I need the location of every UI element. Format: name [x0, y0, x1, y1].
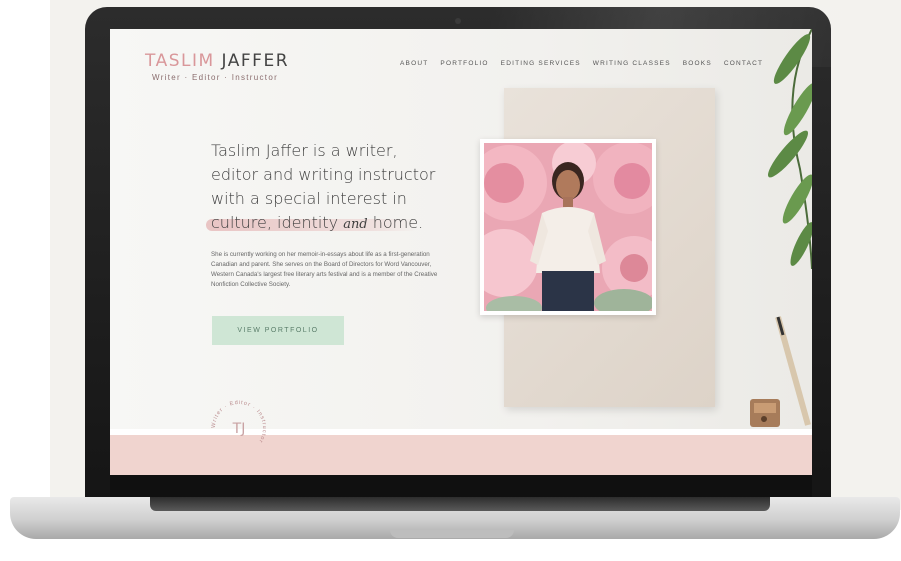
nav-item-books[interactable]: BOOKS — [683, 60, 712, 67]
headline-line-3: with a special interest in — [211, 189, 407, 208]
headline-script-and: and — [343, 217, 368, 232]
logo-first-name: TASLIM — [145, 51, 215, 71]
laptop-opening-notch — [390, 530, 514, 538]
laptop-keyboard-edge — [150, 497, 770, 511]
nav-item-portfolio[interactable]: PORTFOLIO — [440, 60, 488, 67]
laptop-bezel-chin — [110, 475, 812, 497]
hero-bio: She is currently working on her memoir-i… — [211, 251, 438, 288]
sharpener-icon — [750, 399, 780, 427]
headline-line-4-start: culture, identity — [211, 213, 339, 232]
nav-item-writing-classes[interactable]: WRITING CLASSES — [593, 60, 671, 67]
camera-icon — [455, 18, 461, 24]
badge-monogram: TJ — [232, 421, 246, 437]
headline-line-4: culture, identity and home. — [211, 211, 441, 237]
leaves-decoration — [767, 29, 812, 270]
laptop-screen: TASLIM JAFFER Writer · Editor · Instruct… — [110, 29, 812, 475]
headline-line-1: Taslim Jaffer is a writer, — [211, 141, 398, 160]
headline-line-4-end: home. — [372, 213, 424, 232]
monogram-seal-icon: Writer · Editor · Instructor TJ — [211, 400, 266, 444]
nav-item-editing-services[interactable]: EDITING SERVICES — [501, 60, 581, 67]
portrait-photo — [484, 143, 652, 311]
site-logo[interactable]: TASLIM JAFFER — [145, 51, 289, 71]
site-tagline: Writer · Editor · Instructor — [152, 73, 279, 82]
portrait-illustration — [484, 143, 652, 311]
portrait-frame — [480, 139, 656, 315]
nav-item-about[interactable]: ABOUT — [400, 60, 428, 67]
hero-headline: Taslim Jaffer is a writer, editor and wr… — [211, 139, 441, 237]
view-portfolio-button[interactable]: VIEW PORTFOLIO — [212, 316, 344, 345]
headline-line-2: editor and writing instructor — [211, 165, 436, 184]
logo-last-name: JAFFER — [221, 51, 290, 71]
main-nav: ABOUT PORTFOLIO EDITING SERVICES WRITING… — [400, 60, 763, 67]
